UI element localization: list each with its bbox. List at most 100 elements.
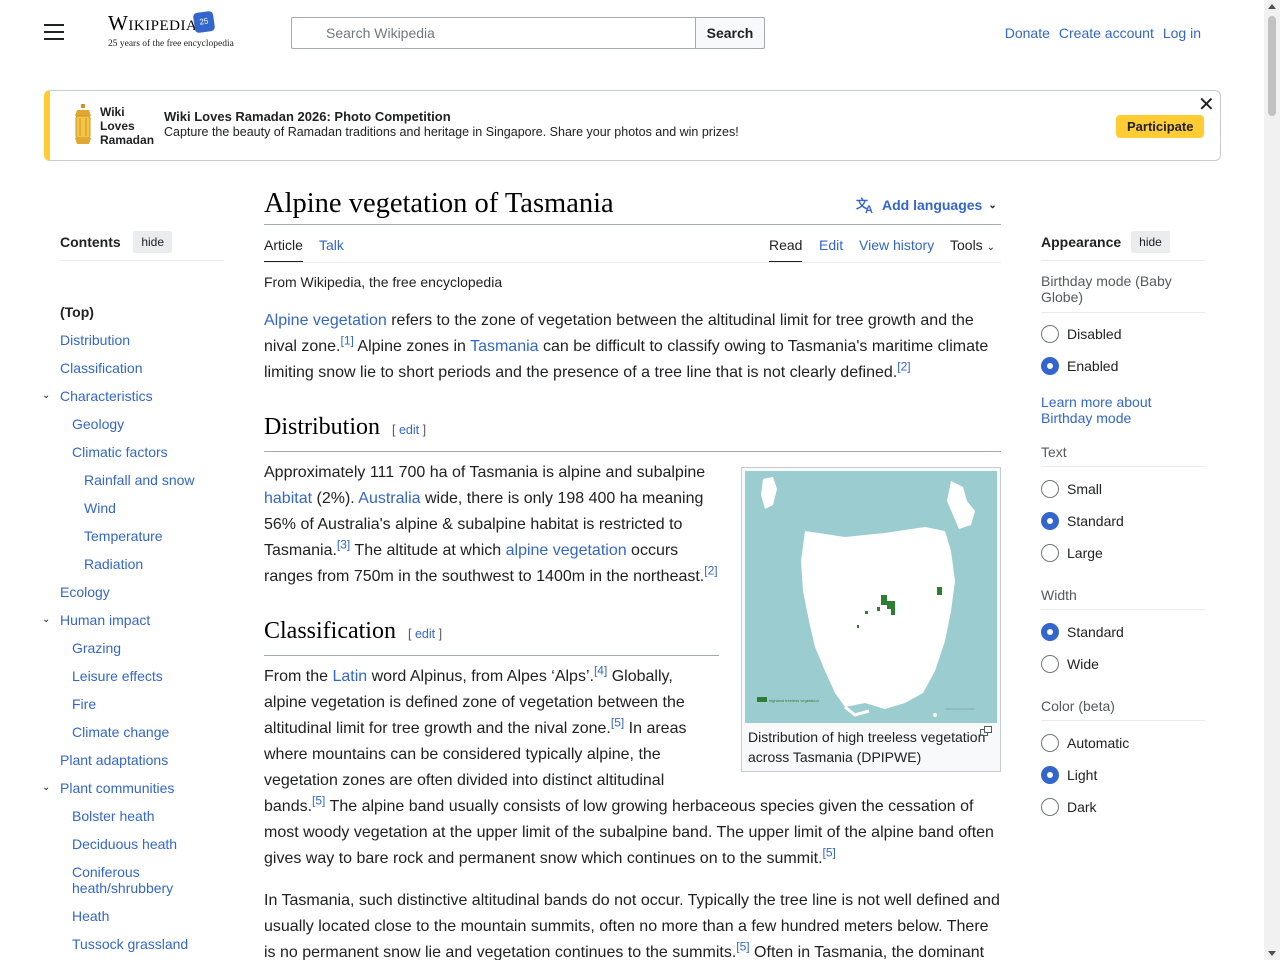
toc-item-label: Distribution [60, 332, 131, 348]
link-habitat[interactable]: habitat [264, 490, 312, 507]
toc-item[interactable]: Ecology [60, 584, 210, 600]
toc-item[interactable]: Heath [72, 908, 210, 924]
radio-text-small[interactable]: Small [1041, 480, 1102, 498]
tools-menu[interactable]: Tools ⌄ [950, 237, 995, 253]
radio-control [1041, 544, 1059, 562]
radio-label: Dark [1067, 799, 1097, 815]
chevron-down-icon[interactable]: ⌄ [42, 388, 50, 404]
banner-title: Wiki Loves Ramadan 2026: Photo Competiti… [164, 109, 451, 124]
reference-link[interactable]: [2] [897, 360, 910, 374]
text: altitudinal limit for tree growth and th… [264, 720, 611, 737]
text: can be difficult to classify owing to Ta… [538, 338, 989, 355]
toc-item[interactable]: Bolster heath [72, 808, 210, 824]
appearance-hide-button[interactable]: hide [1131, 231, 1170, 253]
toc-item[interactable]: Rainfall and snow [84, 472, 210, 488]
participate-button[interactable]: Participate [1116, 115, 1205, 138]
toc-item[interactable]: Radiation [84, 556, 210, 572]
scroll-down-icon[interactable] [1268, 951, 1276, 956]
tab-talk[interactable]: Talk [319, 237, 344, 253]
reference-link[interactable]: [5] [736, 940, 749, 954]
toc-item[interactable]: Tussock grassland [72, 936, 210, 952]
log-in-link[interactable]: Log in [1163, 25, 1201, 41]
width-label: Width [1041, 587, 1077, 603]
radio-label: Automatic [1067, 735, 1130, 751]
toc-item[interactable]: Geology [72, 416, 210, 432]
toc-item-label: Rainfall and snow [84, 472, 195, 488]
text: Globally, [607, 668, 673, 685]
tab-article[interactable]: Article [264, 237, 303, 263]
toc-item[interactable]: Fire [72, 696, 210, 712]
toc-item[interactable]: Deciduous heath [72, 836, 210, 852]
radio-width-standard[interactable]: Standard [1041, 623, 1124, 641]
radio-control [1041, 325, 1059, 343]
tab-read[interactable]: Read [769, 237, 803, 263]
toc-item[interactable]: (Top) [60, 304, 210, 320]
radio-birthday-enabled[interactable]: Enabled [1041, 357, 1118, 375]
search-form: Search [291, 17, 765, 49]
toc-item[interactable]: ⌄ Plant communities [42, 780, 210, 796]
reference-link[interactable]: [2] [704, 564, 717, 578]
toc-item-label: Ecology [60, 584, 110, 600]
reference-link[interactable]: [4] [594, 664, 607, 678]
tab-edit[interactable]: Edit [819, 237, 843, 253]
radio-color-automatic[interactable]: Automatic [1041, 734, 1129, 752]
reference-link[interactable]: [5] [312, 794, 325, 808]
radio-birthday-disabled[interactable]: Disabled [1041, 325, 1121, 343]
tab-view-history[interactable]: View history [859, 237, 934, 253]
link-alpine-vegetation[interactable]: Alpine vegetation [264, 312, 387, 329]
search-input[interactable] [291, 17, 695, 49]
reference-link[interactable]: [3] [337, 538, 350, 552]
chevron-down-icon[interactable]: ⌄ [42, 612, 50, 628]
close-icon[interactable]: ✕ [1198, 95, 1215, 115]
scroll-up-icon[interactable] [1268, 4, 1276, 9]
text: bands. [264, 798, 313, 815]
toc-item[interactable]: Wind [84, 500, 210, 516]
toc-item[interactable]: Coniferous heath/shrubbery [72, 864, 210, 896]
toc-item-label: Geology [72, 416, 125, 432]
page-scrollbar[interactable] [1264, 0, 1280, 960]
toc-item[interactable]: Distribution [60, 332, 210, 348]
toc-item[interactable]: Temperature [84, 528, 210, 544]
radio-text-standard[interactable]: Standard [1041, 512, 1124, 530]
add-languages-button[interactable]: 文A Add languages ⌄ [856, 196, 997, 214]
edit-link[interactable]: edit [415, 627, 435, 641]
reference-link[interactable]: [5] [823, 846, 836, 860]
donate-link[interactable]: Donate [1005, 25, 1050, 41]
toc-item[interactable]: Climate change [72, 724, 210, 740]
reference-link[interactable]: [1] [341, 334, 354, 348]
toc-item[interactable]: Climatic factors [72, 444, 210, 460]
link-tasmania[interactable]: Tasmania [470, 338, 538, 355]
main-menu-icon[interactable] [44, 24, 64, 42]
chevron-down-icon[interactable]: ⌄ [42, 780, 50, 796]
create-account-link[interactable]: Create account [1059, 25, 1154, 41]
link-australia[interactable]: Australia [358, 490, 420, 507]
text: vegetation zones are often divided into … [264, 772, 665, 789]
toc-hide-button[interactable]: hide [133, 231, 172, 253]
toc-item-label: Fire [72, 696, 97, 712]
link-latin[interactable]: Latin [332, 668, 367, 685]
learn-more-birthday-link[interactable]: Learn more about Birthday mode [1041, 394, 1191, 426]
radio-color-dark[interactable]: Dark [1041, 798, 1097, 816]
radio-width-wide[interactable]: Wide [1041, 655, 1099, 673]
link-alpine-vegetation-2[interactable]: alpine vegetation [506, 542, 627, 559]
site-header: Wikipedia 25 25 years of the free encyclo… [0, 0, 1264, 66]
toc-item[interactable]: Plant adaptations [60, 752, 210, 768]
appearance-panel: Appearance hide Birthday mode (Baby Glob… [1041, 230, 1205, 816]
toc-item[interactable]: ⌄ Characteristics [42, 388, 210, 404]
radio-color-light[interactable]: Light [1041, 766, 1097, 784]
toc-item[interactable]: Classification [60, 360, 210, 376]
toc-item[interactable]: Grazing [72, 640, 210, 656]
reference-link[interactable]: [5] [611, 716, 624, 730]
banner-brand-line: Ramadan [100, 133, 155, 147]
radio-control [1041, 734, 1059, 752]
section-heading-classification: Classification [ edit ] [264, 618, 442, 645]
page-tabs: Article Talk Read Edit View history Tool… [264, 225, 1001, 263]
text: Approximately 111 700 ha of Tasmania is … [264, 464, 706, 481]
edit-link[interactable]: edit [399, 423, 419, 437]
wikipedia-logo[interactable]: Wikipedia 25 25 years of the free encyclo… [108, 10, 258, 54]
radio-text-large[interactable]: Large [1041, 544, 1103, 562]
scrollbar-thumb[interactable] [1268, 16, 1276, 116]
search-button[interactable]: Search [695, 17, 765, 49]
toc-item[interactable]: Leisure effects [72, 668, 210, 684]
toc-item[interactable]: ⌄ Human impact [42, 612, 210, 628]
